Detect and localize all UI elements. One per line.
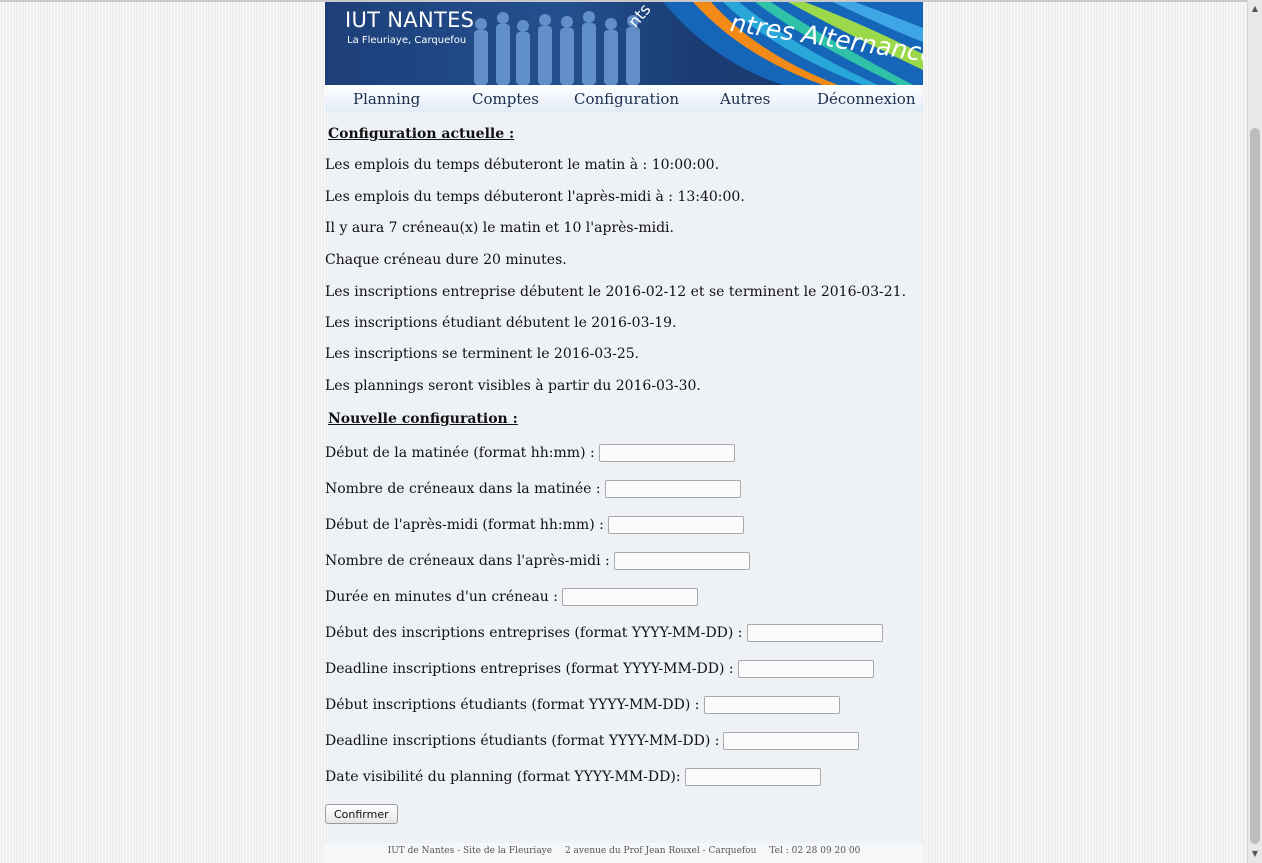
config-line-morning-start: Les emplois du temps débuteront le matin… xyxy=(325,157,720,173)
scroll-down-arrow-icon[interactable]: ▼ xyxy=(1248,847,1262,861)
planning-visibility-date-input[interactable] xyxy=(684,768,821,786)
nav-item-configuration[interactable]: Configuration xyxy=(574,90,679,108)
config-line-registration-end: Les inscriptions se terminent le 2016-03… xyxy=(325,346,640,362)
field-label: Nombre de créneaux dans la matinée : xyxy=(325,481,601,497)
footer-site: IUT de Nantes - Site de la Fleuriaye xyxy=(387,846,553,856)
form-row-company-start: Début des inscriptions entreprises (form… xyxy=(325,623,883,643)
scroll-up-arrow-icon[interactable]: ▲ xyxy=(1248,2,1262,16)
form-row-student-start: Début inscriptions étudiants (format YYY… xyxy=(325,695,840,715)
config-line-slot-count: Il y aura 7 créneau(x) le matin et 10 l'… xyxy=(325,220,674,236)
field-label: Début de l'après-midi (format hh:mm) : xyxy=(325,517,604,533)
morning-start-input[interactable] xyxy=(598,444,735,462)
field-label: Début inscriptions étudiants (format YYY… xyxy=(325,697,700,713)
banner-logo-title: IUT NANTES xyxy=(345,8,475,32)
nav-item-autres[interactable]: Autres xyxy=(720,90,770,108)
footer-phone: Tel : 02 28 09 20 00 xyxy=(769,846,861,856)
field-label: Début de la matinée (format hh:mm) : xyxy=(325,445,595,461)
form-row-afternoon-slots: Nombre de créneaux dans l'après-midi : xyxy=(325,551,750,571)
student-registration-start-input[interactable] xyxy=(703,696,840,714)
form-row-student-deadline: Deadline inscriptions étudiants (format … xyxy=(325,731,860,751)
field-label: Début des inscriptions entreprises (form… xyxy=(325,625,743,641)
page-footer: IUT de Nantes - Site de la Fleuriaye 2 a… xyxy=(325,843,923,863)
vertical-scrollbar[interactable]: ▲ ▼ xyxy=(1247,0,1262,863)
slot-duration-input[interactable] xyxy=(561,588,698,606)
config-line-planning-visible: Les plannings seront visibles à partir d… xyxy=(325,378,701,394)
new-config-title: Nouvelle configuration : xyxy=(328,411,518,427)
field-label: Deadline inscriptions étudiants (format … xyxy=(325,733,720,749)
company-registration-deadline-input[interactable] xyxy=(737,660,874,678)
form-row-planning-visibility: Date visibilité du planning (format YYYY… xyxy=(325,767,821,787)
nav-item-planning[interactable]: Planning xyxy=(353,90,420,108)
student-registration-deadline-input[interactable] xyxy=(723,732,860,750)
field-label: Deadline inscriptions entreprises (forma… xyxy=(325,661,734,677)
nav-item-deconnexion[interactable]: Déconnexion xyxy=(817,90,915,108)
config-line-student-registration: Les inscriptions étudiant débutent le 20… xyxy=(325,315,677,331)
scrollbar-thumb[interactable] xyxy=(1250,128,1260,844)
current-config-title: Configuration actuelle : xyxy=(328,126,515,142)
afternoon-slots-input[interactable] xyxy=(613,552,750,570)
config-line-company-registration: Les inscriptions entreprise débutent le … xyxy=(325,284,907,300)
main-nav: Planning Comptes Configuration Autres Dé… xyxy=(325,85,923,112)
banner-logo-subtitle: La Fleuriaye, Carquefou xyxy=(347,35,467,46)
nav-item-comptes[interactable]: Comptes xyxy=(472,90,539,108)
config-line-afternoon-start: Les emplois du temps débuteront l'après-… xyxy=(325,189,745,205)
config-line-slot-duration: Chaque créneau dure 20 minutes. xyxy=(325,252,567,268)
confirm-button[interactable]: Confirmer xyxy=(325,804,398,824)
field-label: Durée en minutes d'un créneau : xyxy=(325,589,558,605)
afternoon-start-input[interactable] xyxy=(607,516,744,534)
field-label: Date visibilité du planning (format YYYY… xyxy=(325,769,681,785)
company-registration-start-input[interactable] xyxy=(746,624,883,642)
field-label: Nombre de créneaux dans l'après-midi : xyxy=(325,553,610,569)
form-row-company-deadline: Deadline inscriptions entreprises (forma… xyxy=(325,659,874,679)
form-row-morning-start: Début de la matinée (format hh:mm) : xyxy=(325,443,735,463)
page-container: IUT NANTES La Fleuriaye, Carquefou nts n… xyxy=(325,2,923,863)
form-row-morning-slots: Nombre de créneaux dans la matinée : xyxy=(325,479,741,499)
footer-address: 2 avenue du Prof Jean Rouxel - Carquefou xyxy=(564,846,757,856)
header-banner: IUT NANTES La Fleuriaye, Carquefou nts n… xyxy=(325,2,923,85)
morning-slots-input[interactable] xyxy=(604,480,741,498)
form-row-afternoon-start: Début de l'après-midi (format hh:mm) : xyxy=(325,515,744,535)
form-row-slot-duration: Durée en minutes d'un créneau : xyxy=(325,587,698,607)
